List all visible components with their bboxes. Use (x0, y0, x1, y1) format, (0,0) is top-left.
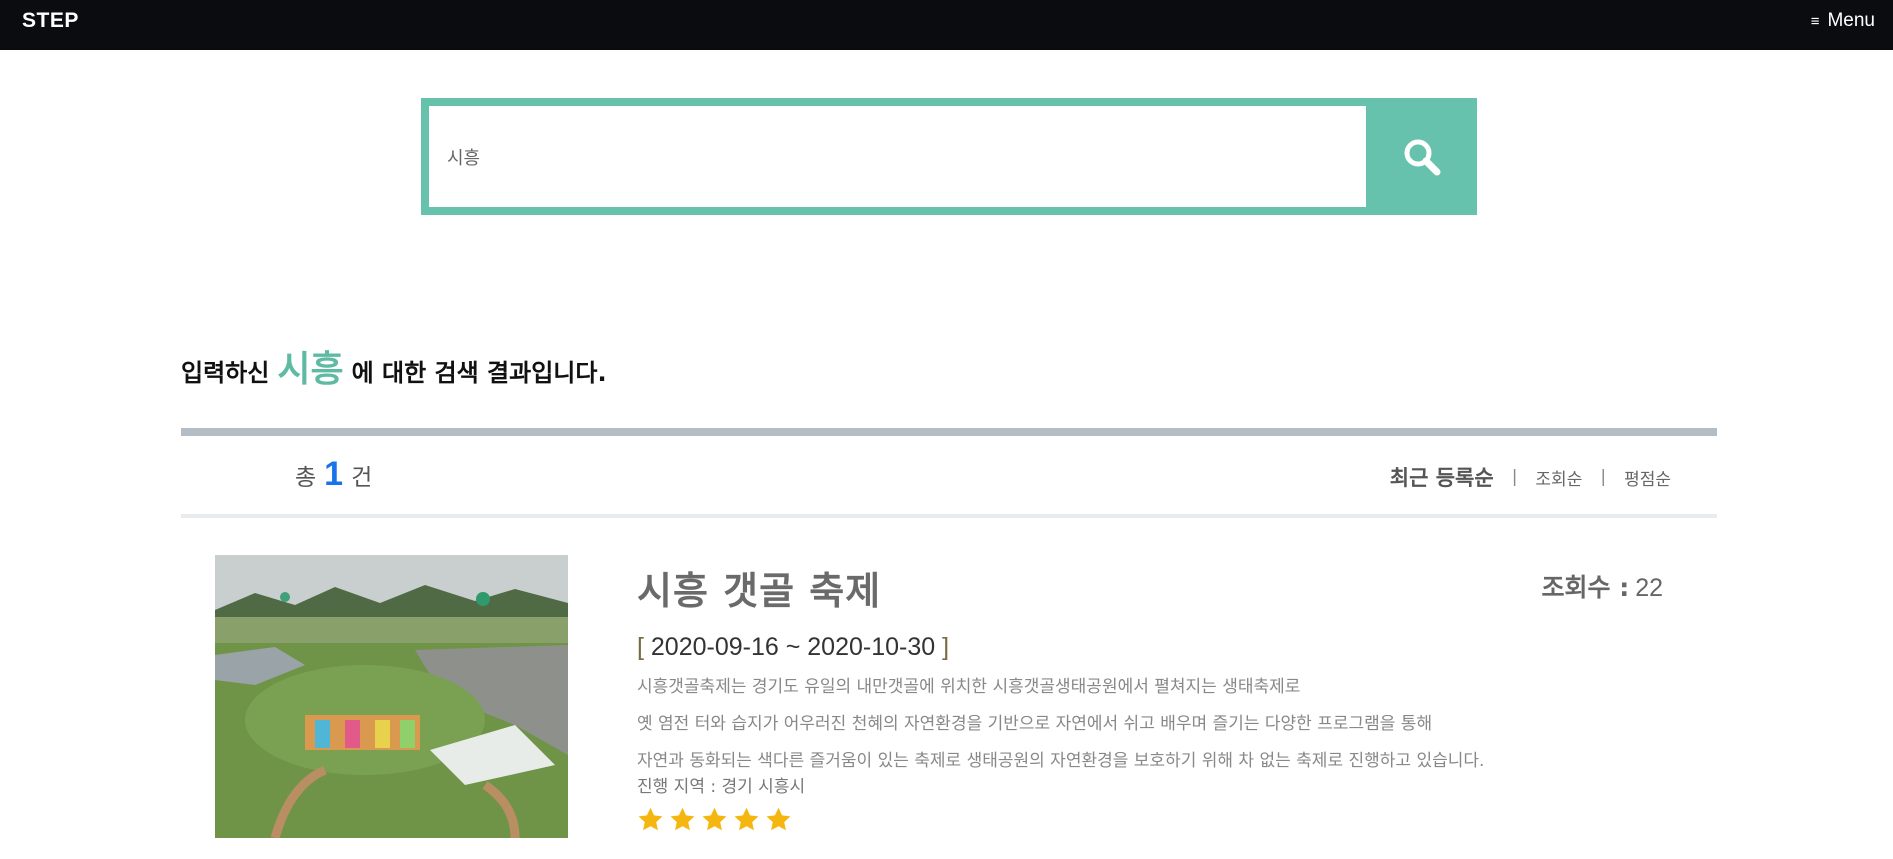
count-suffix: 건 (351, 465, 373, 491)
brand-logo[interactable]: STEP (22, 9, 79, 33)
period-open: [ (637, 633, 644, 661)
festival-region: 진행 지역 : 경기 시흥시 (637, 777, 806, 797)
star-icon (766, 807, 791, 831)
sort-options: 최근 등록순 | 조회순 | 평점순 (1390, 462, 1671, 492)
sort-separator: | (1600, 467, 1607, 487)
festival-period: [ 2020-09-16 ~ 2020-10-30 ] (637, 633, 949, 662)
sort-views[interactable]: 조회순 (1535, 465, 1582, 490)
rating-stars (637, 806, 792, 833)
view-count: 조회수 : 22 (1541, 568, 1663, 604)
star-icon (702, 807, 727, 831)
festival-title[interactable]: 시흥 갯골 축제 (637, 560, 881, 615)
search-input[interactable] (429, 106, 1366, 207)
search-keyword: 시흥 (277, 349, 344, 390)
hamburger-icon: ≡ (1810, 12, 1820, 30)
sort-separator: | (1511, 467, 1518, 487)
description-line: 시흥갯골축제는 경기도 유일의 내만갯골에 위치한 시흥갯골생태공원에서 펼쳐지… (637, 677, 1301, 697)
search-button[interactable] (1366, 98, 1477, 215)
view-count-label: 조회수 : (1541, 573, 1630, 602)
star-icon (670, 807, 695, 831)
count-value: 1 (324, 455, 344, 493)
search-icon (1404, 139, 1440, 175)
period-close: ] (942, 633, 950, 661)
result-count: 총 1 건 (295, 455, 372, 494)
star-icon (734, 807, 759, 831)
divider (181, 428, 1717, 436)
divider (181, 514, 1717, 518)
result-heading: 입력하신 시흥 에 대한 검색 결과입니다. (181, 340, 607, 392)
heading-suffix: 에 대한 검색 결과입니다. (351, 359, 607, 387)
star-icon (638, 807, 663, 831)
festival-thumbnail[interactable] (215, 555, 568, 838)
period-dates: 2020-09-16 ~ 2020-10-30 (650, 633, 936, 661)
description-line: 옛 염전 터와 습지가 어우러진 천혜의 자연환경을 기반으로 자연에서 쉬고 … (637, 714, 1433, 734)
description-line: 자연과 동화되는 색다른 즐거움이 있는 축제로 생태공원의 자연환경을 보호하… (637, 751, 1485, 771)
menu-button[interactable]: ≡ Menu (1811, 10, 1875, 32)
view-count-value: 22 (1635, 574, 1663, 602)
heading-prefix: 입력하신 (181, 359, 270, 387)
search-input-wrapper (429, 106, 1366, 207)
top-nav: STEP ≡ Menu (0, 0, 1893, 50)
sort-recent[interactable]: 최근 등록순 (1390, 462, 1494, 492)
search-bar (421, 98, 1477, 215)
count-prefix: 총 (295, 465, 317, 491)
menu-label: Menu (1827, 10, 1875, 31)
sort-rating[interactable]: 평점순 (1624, 465, 1671, 490)
